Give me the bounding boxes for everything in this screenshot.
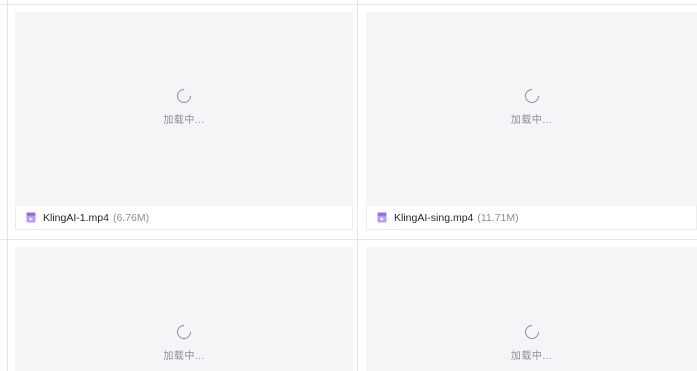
grid-divider-left — [7, 0, 8, 371]
video-preview[interactable]: 加载中... — [366, 247, 697, 371]
video-file-icon — [26, 212, 36, 223]
grid-divider-center — [357, 0, 358, 371]
loading-indicator: 加载中... — [15, 86, 353, 126]
loading-text: 加载中... — [163, 351, 205, 362]
video-preview[interactable]: 加载中... — [15, 12, 353, 206]
attachment-card-1[interactable]: 加载中... KlingAI-1.mp4 (6.76M) — [15, 12, 353, 232]
loading-indicator: 加载中... — [366, 322, 697, 362]
attachment-card-3[interactable]: 加载中... — [15, 247, 353, 371]
grid-divider-top — [0, 4, 697, 5]
grid-divider-middle — [0, 239, 697, 240]
loading-indicator: 加载中... — [366, 86, 697, 126]
file-size: (11.71M) — [477, 211, 519, 224]
spinner-icon — [521, 322, 542, 342]
file-name[interactable]: KlingAI-sing.mp4 — [394, 212, 473, 224]
spinner-icon — [174, 322, 194, 342]
loading-indicator: 加载中... — [15, 322, 353, 362]
loading-text: 加载中... — [163, 115, 205, 126]
attachment-card-2[interactable]: 加载中... KlingAI-sing.mp4 (11.71M) — [366, 12, 697, 232]
attachment-card-4[interactable]: 加载中... — [366, 247, 697, 371]
file-size: (6.76M) — [112, 211, 150, 224]
video-preview[interactable]: 加载中... — [15, 247, 353, 371]
loading-text: 加载中... — [510, 115, 553, 126]
spinner-icon — [174, 86, 194, 106]
attachment-grid: 加载中... KlingAI-1.mp4 (6.76M) 加载中... Klin… — [0, 0, 697, 371]
video-preview[interactable]: 加载中... — [366, 12, 697, 206]
spinner-icon — [521, 86, 542, 106]
file-name[interactable]: KlingAI-1.mp4 — [43, 212, 109, 224]
loading-text: 加载中... — [510, 351, 553, 362]
file-caption[interactable]: KlingAI-1.mp4 (6.76M) — [15, 206, 353, 230]
video-file-icon — [377, 212, 387, 223]
file-caption[interactable]: KlingAI-sing.mp4 (11.71M) — [366, 206, 697, 230]
